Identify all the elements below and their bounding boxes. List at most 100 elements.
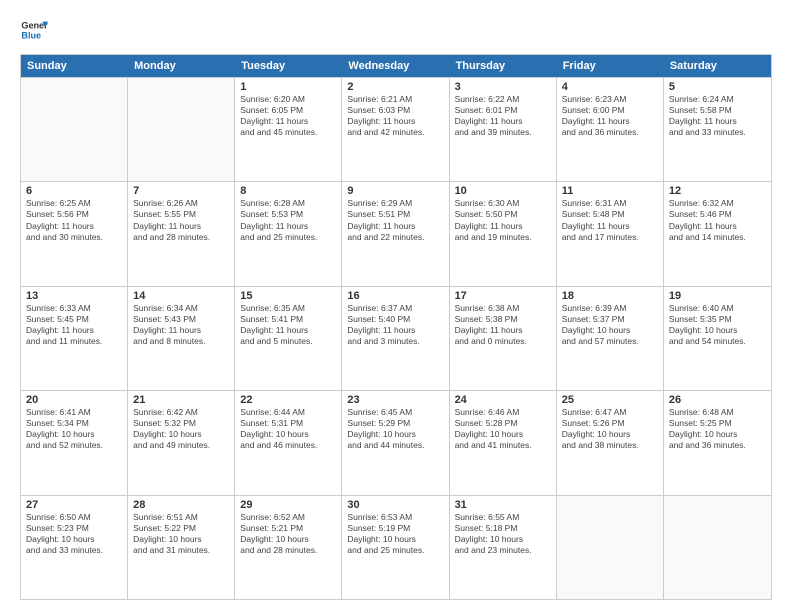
daylight-text-cont: and and 33 minutes. [669,127,766,138]
weekday-header: Friday [557,55,664,77]
daylight-text: Daylight: 11 hours [562,116,658,127]
day-number: 16 [347,290,443,302]
calendar-row: 1Sunrise: 6:20 AMSunset: 6:05 PMDaylight… [21,77,771,181]
calendar-cell: 8Sunrise: 6:28 AMSunset: 5:53 PMDaylight… [235,182,342,285]
calendar-cell: 7Sunrise: 6:26 AMSunset: 5:55 PMDaylight… [128,182,235,285]
calendar-cell: 30Sunrise: 6:53 AMSunset: 5:19 PMDayligh… [342,496,449,599]
daylight-text-cont: and and 25 minutes. [347,545,443,556]
weekday-header: Sunday [21,55,128,77]
daylight-text: Daylight: 10 hours [562,429,658,440]
page: General Blue SundayMondayTuesdayWednesda… [0,0,792,612]
sunset-text: Sunset: 5:28 PM [455,418,551,429]
calendar-cell: 4Sunrise: 6:23 AMSunset: 6:00 PMDaylight… [557,78,664,181]
sunrise-text: Sunrise: 6:25 AM [26,198,122,209]
day-number: 15 [240,290,336,302]
sunset-text: Sunset: 5:45 PM [26,314,122,325]
day-number: 29 [240,499,336,511]
day-number: 5 [669,81,766,93]
day-number: 10 [455,185,551,197]
daylight-text: Daylight: 10 hours [455,429,551,440]
day-number: 14 [133,290,229,302]
daylight-text: Daylight: 10 hours [455,534,551,545]
weekday-header: Thursday [450,55,557,77]
daylight-text-cont: and and 5 minutes. [240,336,336,347]
daylight-text: Daylight: 11 hours [240,221,336,232]
daylight-text: Daylight: 10 hours [133,429,229,440]
daylight-text: Daylight: 11 hours [669,116,766,127]
day-number: 23 [347,394,443,406]
calendar-cell: 18Sunrise: 6:39 AMSunset: 5:37 PMDayligh… [557,287,664,390]
daylight-text-cont: and and 28 minutes. [240,545,336,556]
logo-icon: General Blue [20,16,48,44]
day-number: 12 [669,185,766,197]
calendar-cell: 12Sunrise: 6:32 AMSunset: 5:46 PMDayligh… [664,182,771,285]
day-number: 30 [347,499,443,511]
calendar-cell [21,78,128,181]
svg-text:Blue: Blue [21,30,41,40]
sunrise-text: Sunrise: 6:37 AM [347,303,443,314]
sunset-text: Sunset: 5:21 PM [240,523,336,534]
calendar-row: 27Sunrise: 6:50 AMSunset: 5:23 PMDayligh… [21,495,771,599]
daylight-text-cont: and and 23 minutes. [455,545,551,556]
sunrise-text: Sunrise: 6:31 AM [562,198,658,209]
sunset-text: Sunset: 5:25 PM [669,418,766,429]
daylight-text-cont: and and 42 minutes. [347,127,443,138]
calendar-cell: 10Sunrise: 6:30 AMSunset: 5:50 PMDayligh… [450,182,557,285]
sunrise-text: Sunrise: 6:29 AM [347,198,443,209]
calendar-row: 13Sunrise: 6:33 AMSunset: 5:45 PMDayligh… [21,286,771,390]
daylight-text-cont: and and 38 minutes. [562,440,658,451]
day-number: 28 [133,499,229,511]
sunset-text: Sunset: 5:18 PM [455,523,551,534]
sunset-text: Sunset: 5:29 PM [347,418,443,429]
day-number: 18 [562,290,658,302]
day-number: 7 [133,185,229,197]
sunset-text: Sunset: 6:00 PM [562,105,658,116]
daylight-text: Daylight: 11 hours [562,221,658,232]
calendar-cell: 31Sunrise: 6:55 AMSunset: 5:18 PMDayligh… [450,496,557,599]
daylight-text-cont: and and 52 minutes. [26,440,122,451]
sunset-text: Sunset: 5:50 PM [455,209,551,220]
sunrise-text: Sunrise: 6:46 AM [455,407,551,418]
daylight-text-cont: and and 54 minutes. [669,336,766,347]
daylight-text: Daylight: 10 hours [240,534,336,545]
day-number: 2 [347,81,443,93]
daylight-text-cont: and and 30 minutes. [26,232,122,243]
daylight-text-cont: and and 22 minutes. [347,232,443,243]
sunrise-text: Sunrise: 6:44 AM [240,407,336,418]
daylight-text: Daylight: 10 hours [240,429,336,440]
day-number: 3 [455,81,551,93]
calendar-cell: 26Sunrise: 6:48 AMSunset: 5:25 PMDayligh… [664,391,771,494]
calendar-cell: 3Sunrise: 6:22 AMSunset: 6:01 PMDaylight… [450,78,557,181]
sunrise-text: Sunrise: 6:23 AM [562,94,658,105]
header: General Blue [20,16,772,44]
calendar-cell: 6Sunrise: 6:25 AMSunset: 5:56 PMDaylight… [21,182,128,285]
sunset-text: Sunset: 5:51 PM [347,209,443,220]
calendar-cell [128,78,235,181]
calendar-cell: 27Sunrise: 6:50 AMSunset: 5:23 PMDayligh… [21,496,128,599]
day-number: 11 [562,185,658,197]
daylight-text-cont: and and 3 minutes. [347,336,443,347]
sunset-text: Sunset: 5:40 PM [347,314,443,325]
calendar-cell: 29Sunrise: 6:52 AMSunset: 5:21 PMDayligh… [235,496,342,599]
daylight-text-cont: and and 33 minutes. [26,545,122,556]
daylight-text-cont: and and 45 minutes. [240,127,336,138]
sunset-text: Sunset: 5:22 PM [133,523,229,534]
sunset-text: Sunset: 5:35 PM [669,314,766,325]
sunset-text: Sunset: 5:46 PM [669,209,766,220]
daylight-text-cont: and and 0 minutes. [455,336,551,347]
sunset-text: Sunset: 5:23 PM [26,523,122,534]
calendar-cell: 21Sunrise: 6:42 AMSunset: 5:32 PMDayligh… [128,391,235,494]
day-number: 24 [455,394,551,406]
day-number: 22 [240,394,336,406]
daylight-text-cont: and and 46 minutes. [240,440,336,451]
sunrise-text: Sunrise: 6:26 AM [133,198,229,209]
calendar-cell: 2Sunrise: 6:21 AMSunset: 6:03 PMDaylight… [342,78,449,181]
day-number: 17 [455,290,551,302]
logo: General Blue [20,16,48,44]
daylight-text: Daylight: 11 hours [240,325,336,336]
sunrise-text: Sunrise: 6:33 AM [26,303,122,314]
sunrise-text: Sunrise: 6:55 AM [455,512,551,523]
sunset-text: Sunset: 5:34 PM [26,418,122,429]
calendar-header: SundayMondayTuesdayWednesdayThursdayFrid… [21,55,771,77]
calendar-cell [557,496,664,599]
